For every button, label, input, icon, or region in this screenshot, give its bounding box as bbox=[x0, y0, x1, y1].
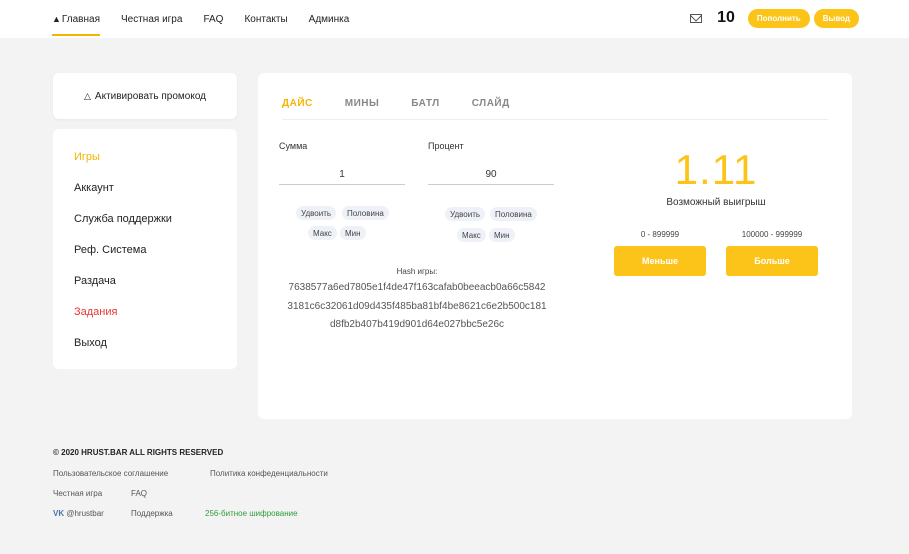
multiplier-value: 1.11 bbox=[674, 146, 758, 193]
tab-mines[interactable]: МИНЫ bbox=[345, 98, 380, 109]
footer-vk-link[interactable]: VK @hrustbar bbox=[53, 509, 104, 518]
sidebar-item-referral[interactable]: Реф. Система bbox=[74, 244, 146, 256]
balance: 10 bbox=[717, 9, 735, 26]
sidebar-item-tasks[interactable]: Задания bbox=[74, 306, 117, 318]
tabs-divider bbox=[282, 119, 828, 120]
possible-win-label: Возможный выигрыш bbox=[666, 197, 766, 208]
sidebar-item-games[interactable]: Игры bbox=[74, 151, 100, 163]
footer-privacy-link[interactable]: Политика конфеденциальности bbox=[210, 469, 328, 478]
warning-triangle-icon: △ bbox=[83, 90, 91, 101]
home-triangle-icon: ▲ bbox=[52, 14, 61, 24]
footer-agreement-link[interactable]: Пользовательское соглашение bbox=[53, 469, 168, 478]
top-navbar: ▲ Главная Честная игра FAQ Контакты Адми… bbox=[0, 0, 909, 38]
hash-line-1: 7638577a6ed7805e1f4de47f163cafab0beeacb0… bbox=[288, 282, 546, 293]
dice-game-panel: ДАЙС МИНЫ БАТЛ СЛАЙД Сумма Удвоить Полов… bbox=[258, 73, 852, 419]
hash-label: Hash игры: bbox=[396, 267, 438, 276]
hash-line-2: 3181c6c32061d09d435f485ba81bf4be8621c6e2… bbox=[287, 301, 547, 312]
vk-label: VK bbox=[53, 509, 65, 518]
percent-double-chip[interactable]: Удвоить bbox=[445, 207, 486, 221]
percent-half-chip[interactable]: Половина bbox=[490, 207, 537, 221]
percent-max-chip[interactable]: Макс bbox=[457, 228, 486, 242]
tab-battle[interactable]: БАТЛ bbox=[411, 98, 439, 109]
footer-fair-link[interactable]: Честная игра bbox=[53, 489, 102, 498]
percent-label: Процент bbox=[428, 141, 464, 151]
sidebar-item-support[interactable]: Служба поддержки bbox=[74, 213, 172, 225]
bet-less-button[interactable]: Меньше bbox=[614, 246, 706, 276]
nav-fair-game[interactable]: Честная игра bbox=[121, 0, 182, 38]
sidebar-item-logout[interactable]: Выход bbox=[74, 337, 107, 349]
user-area: 10 Пополнить Вывод bbox=[690, 8, 859, 28]
percent-input[interactable] bbox=[428, 165, 554, 185]
footer-encryption-label: 256-битное шифрование bbox=[205, 509, 298, 518]
footer-support-link[interactable]: Поддержка bbox=[131, 509, 173, 518]
mail-icon[interactable] bbox=[690, 13, 703, 23]
bet-more-button[interactable]: Больше bbox=[726, 246, 818, 276]
tab-dice[interactable]: ДАЙС bbox=[282, 98, 313, 109]
sidebar-menu: Игры Аккаунт Служба поддержки Реф. Систе… bbox=[53, 129, 237, 369]
game-tabs: ДАЙС МИНЫ БАТЛ СЛАЙД bbox=[282, 98, 542, 109]
amount-min-chip[interactable]: Мин bbox=[340, 226, 366, 240]
nav-admin[interactable]: Админка bbox=[309, 0, 350, 38]
main-nav: ▲ Главная Честная игра FAQ Контакты Адми… bbox=[52, 0, 370, 38]
withdraw-button[interactable]: Вывод bbox=[813, 8, 859, 28]
nav-home[interactable]: ▲ Главная bbox=[52, 0, 100, 38]
tab-slide[interactable]: СЛАЙД bbox=[472, 98, 510, 109]
footer-faq-link[interactable]: FAQ bbox=[131, 489, 147, 498]
nav-home-label: Главная bbox=[61, 13, 100, 25]
amount-label: Сумма bbox=[279, 141, 308, 151]
sidebar-item-giveaway[interactable]: Раздача bbox=[74, 275, 116, 287]
vk-handle: @hrustbar bbox=[66, 509, 104, 518]
percent-min-chip[interactable]: Мин bbox=[489, 228, 515, 242]
copyright: © 2020 HRUST.BAR ALL RIGHTS RESERVED bbox=[53, 448, 224, 457]
nav-contacts[interactable]: Контакты bbox=[244, 0, 287, 38]
amount-double-chip[interactable]: Удвоить bbox=[296, 206, 337, 220]
sidebar-item-account[interactable]: Аккаунт bbox=[74, 182, 114, 194]
promo-label: Активировать промокод bbox=[94, 90, 206, 102]
high-range: 100000 - 999999 bbox=[741, 230, 803, 239]
amount-input[interactable] bbox=[279, 165, 405, 185]
low-range: 0 - 899999 bbox=[640, 230, 680, 239]
amount-half-chip[interactable]: Половина bbox=[342, 206, 389, 220]
amount-max-chip[interactable]: Макс bbox=[308, 226, 337, 240]
deposit-button[interactable]: Пополнить bbox=[747, 8, 810, 28]
hash-line-3: d8fb2b407b419d901d64e027bbc5e26c bbox=[329, 319, 505, 330]
activate-promo-button[interactable]: △ Активировать промокод bbox=[53, 73, 237, 119]
nav-faq[interactable]: FAQ bbox=[203, 0, 223, 38]
